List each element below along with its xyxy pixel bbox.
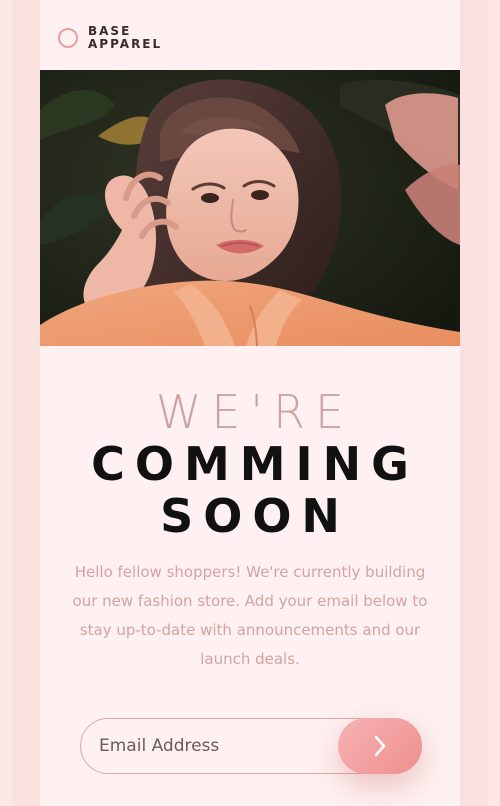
headline-comming: COMMING bbox=[91, 437, 419, 491]
headline-soon: SOON bbox=[160, 489, 350, 543]
brand-logo[interactable]: BASE APPAREL bbox=[88, 25, 162, 51]
portrait-photo bbox=[40, 70, 460, 346]
coming-soon-headline: WE'RE COMMING SOON bbox=[40, 386, 460, 542]
description-text: Hello fellow shoppers! We're currently b… bbox=[72, 563, 428, 668]
hero-image bbox=[40, 70, 460, 346]
submit-button[interactable] bbox=[338, 718, 422, 774]
circle-outline-icon bbox=[58, 28, 78, 48]
headline-were: WE'RE bbox=[155, 385, 355, 439]
brand-header: BASE APPAREL bbox=[58, 25, 162, 51]
brand-line-2: APPAREL bbox=[88, 37, 163, 51]
chevron-right-icon bbox=[371, 735, 389, 757]
email-signup-form bbox=[80, 718, 422, 774]
